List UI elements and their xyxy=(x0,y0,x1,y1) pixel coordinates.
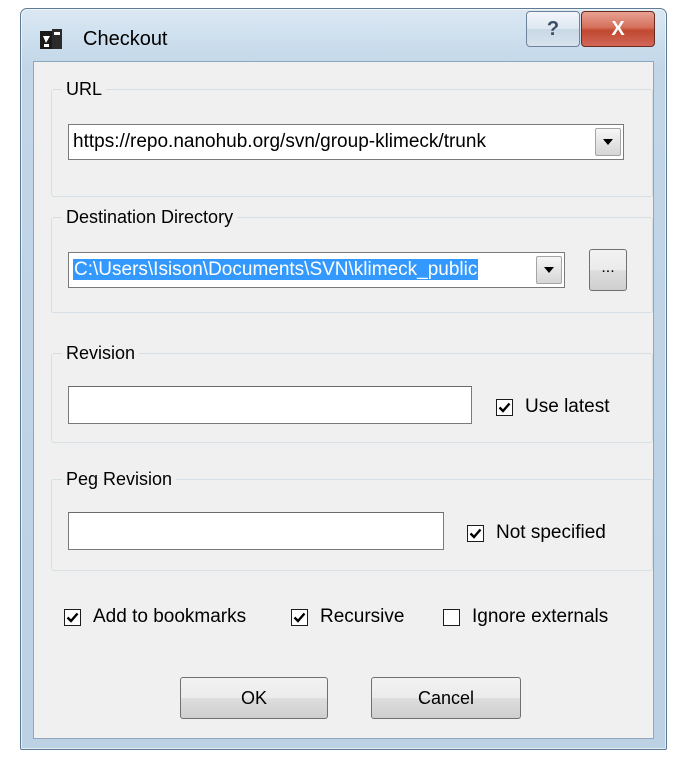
recursive-label: Recursive xyxy=(320,606,405,627)
chevron-down-icon xyxy=(544,267,554,273)
checkmark-icon xyxy=(498,402,511,413)
close-button[interactable]: X xyxy=(581,11,655,47)
add-to-bookmarks-box[interactable] xyxy=(64,608,81,626)
url-input[interactable]: https://repo.nanohub.org/svn/group-klime… xyxy=(73,129,593,155)
selected-text: C:\Users\Isison\Documents\SVN\klimeck_pu… xyxy=(73,259,479,280)
add-to-bookmarks-checkbox[interactable]: Add to bookmarks xyxy=(64,604,246,630)
use-latest-checkbox[interactable]: Use latest xyxy=(496,394,609,420)
url-combobox[interactable]: https://repo.nanohub.org/svn/group-klime… xyxy=(68,124,624,160)
ignore-externals-label: Ignore externals xyxy=(472,606,609,627)
not-specified-box[interactable] xyxy=(467,524,484,542)
destination-group-label: Destination Directory xyxy=(62,205,238,229)
destination-group: Destination Directory C:\Users\Isison\Do… xyxy=(51,205,653,313)
revision-group-label: Revision xyxy=(62,341,140,365)
destination-combobox[interactable]: C:\Users\Isison\Documents\SVN\klimeck_pu… xyxy=(68,252,565,288)
add-to-bookmarks-label: Add to bookmarks xyxy=(93,606,247,627)
help-icon: ? xyxy=(546,17,560,40)
browse-button-label: ... xyxy=(601,259,615,276)
not-specified-label: Not specified xyxy=(496,522,606,543)
ok-button-label: OK xyxy=(240,687,267,708)
checkout-dialog: Checkout ? X URL https://repo.nanohub.or… xyxy=(20,8,667,750)
destination-input[interactable]: C:\Users\Isison\Documents\SVN\klimeck_pu… xyxy=(73,257,529,283)
destination-dropdown-button[interactable] xyxy=(536,256,562,284)
cancel-button-label: Cancel xyxy=(417,687,475,708)
recursive-checkbox[interactable]: Recursive xyxy=(291,604,404,630)
browse-button[interactable]: ... xyxy=(589,249,627,291)
url-group: URL https://repo.nanohub.org/svn/group-k… xyxy=(51,77,653,197)
help-button[interactable]: ? xyxy=(526,11,580,47)
use-latest-box[interactable] xyxy=(496,398,513,416)
title-bar[interactable]: Checkout ? X xyxy=(21,9,666,61)
revision-group: Revision Use latest xyxy=(51,341,653,443)
recursive-box[interactable] xyxy=(291,608,308,626)
not-specified-checkbox[interactable]: Not specified xyxy=(467,520,606,546)
url-dropdown-button[interactable] xyxy=(595,128,621,156)
window-title: Checkout xyxy=(83,28,168,50)
checkmark-icon xyxy=(293,612,306,623)
checkmark-icon xyxy=(469,528,482,539)
peg-revision-group-label: Peg Revision xyxy=(62,467,177,491)
cancel-button[interactable]: Cancel xyxy=(371,677,521,719)
ignore-externals-box[interactable] xyxy=(443,608,460,626)
tortoisesvn-checkout-icon xyxy=(39,27,63,51)
peg-revision-group: Peg Revision Not specified xyxy=(51,467,653,571)
peg-revision-input[interactable] xyxy=(68,512,444,550)
checkmark-icon xyxy=(66,612,79,623)
use-latest-label: Use latest xyxy=(525,396,610,417)
dialog-body: URL https://repo.nanohub.org/svn/group-k… xyxy=(33,61,654,739)
close-icon: X xyxy=(611,17,625,40)
url-group-label: URL xyxy=(62,77,107,101)
ignore-externals-checkbox[interactable]: Ignore externals xyxy=(443,604,608,630)
chevron-down-icon xyxy=(603,139,613,145)
revision-input[interactable] xyxy=(68,386,472,424)
ok-button[interactable]: OK xyxy=(180,677,328,719)
